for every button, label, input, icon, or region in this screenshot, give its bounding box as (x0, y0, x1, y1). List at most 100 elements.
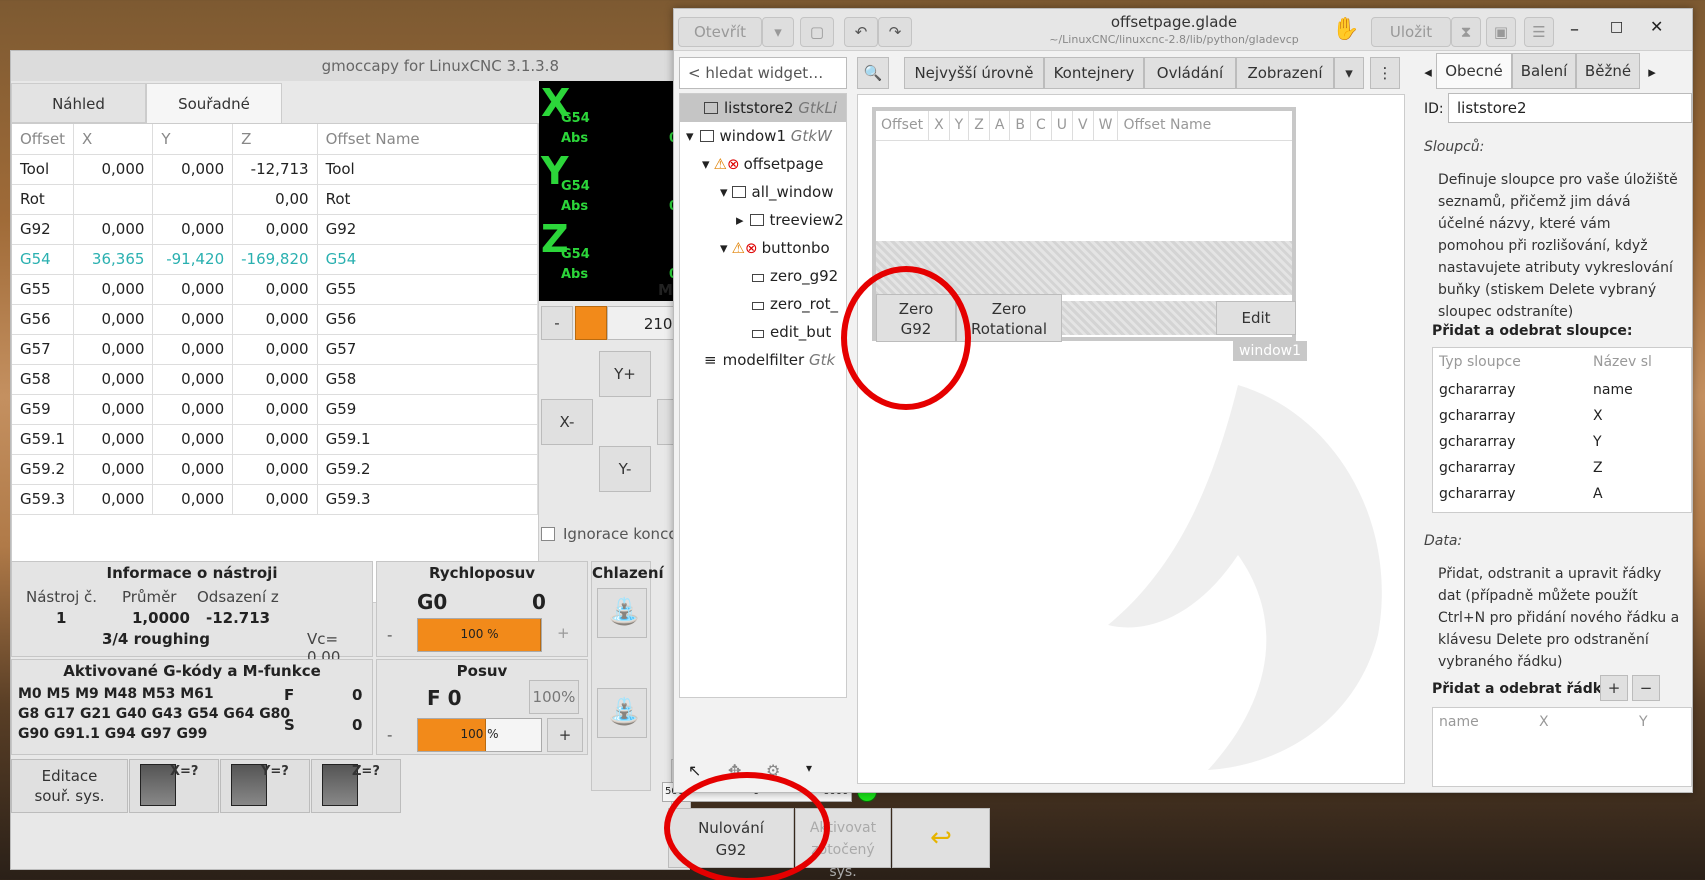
table-row[interactable]: G54 36,365 -91,420 -169,820 G54 (12, 244, 539, 275)
table-cell[interactable]: 0,000 (232, 274, 318, 305)
table-cell[interactable]: -169,820 (232, 244, 318, 275)
palette-search-button[interactable]: 🔍 (857, 57, 889, 89)
save-button[interactable]: Uložit (1371, 17, 1451, 47)
table-cell[interactable]: Rot (12, 184, 75, 215)
table-row[interactable]: G92 0,000 0,000 0,000 G92 (12, 214, 539, 245)
jog-y-plus-button[interactable]: Y+ (599, 351, 651, 397)
redo-button[interactable]: ↷ (878, 17, 912, 47)
tree-item-treeview2[interactable]: ▸ treeview2 (680, 206, 846, 234)
table-cell[interactable]: 0,000 (73, 274, 154, 305)
table-cell[interactable]: 0,000 (232, 334, 318, 365)
table-cell[interactable]: 0,000 (152, 214, 234, 245)
table-cell[interactable]: 0,000 (152, 154, 234, 185)
feed-plus[interactable]: + (547, 718, 583, 752)
table-cell[interactable]: Rot (317, 184, 539, 215)
table-row[interactable]: G56 0,000 0,000 0,000 G56 (12, 304, 539, 335)
table-row[interactable]: G59.3 0,000 0,000 0,000 G59.3 (12, 484, 539, 515)
table-cell[interactable]: 0,000 (152, 394, 234, 425)
columns-table[interactable]: Typ sloupce Název sl gchararray name gcharar… (1432, 347, 1692, 513)
table-row[interactable]: G59.1 0,000 0,000 0,000 G59.1 (12, 424, 539, 455)
table-cell[interactable]: Tool (12, 154, 75, 185)
palette-controls[interactable]: Ovládání (1144, 57, 1236, 89)
table-cell[interactable]: 0,000 (232, 304, 318, 335)
table-cell[interactable]: G59.3 (12, 484, 75, 515)
tree-item-offsetpage[interactable]: ▾ ⚠⊗ offsetpage (680, 150, 846, 178)
widget-search-input[interactable]: < hledat widget… (679, 57, 847, 89)
offset-col-header[interactable]: Y (152, 124, 234, 155)
flood-button[interactable]: ⛲ (597, 588, 647, 638)
spindle-minus-button[interactable]: - (541, 306, 573, 340)
new-file-button[interactable]: ▢ (800, 17, 834, 47)
table-row[interactable]: Tool 0,000 0,000 -12,713 Tool (12, 154, 539, 185)
table-cell[interactable]: G92 (317, 214, 539, 245)
table-cell[interactable]: 0,000 (73, 214, 154, 245)
minimize-icon[interactable]: – (1570, 19, 1579, 40)
tree-item-liststore2[interactable]: liststore2 GtkLi (680, 94, 846, 122)
table-cell[interactable]: 0,000 (232, 454, 318, 485)
set-x-button[interactable]: X=? (129, 759, 219, 813)
add-row-button[interactable]: + (1600, 675, 1628, 701)
set-z-button[interactable]: Z=? (311, 759, 401, 813)
design-canvas[interactable]: Offset X Y Z A B C U V W Offset Name Zero G92 Zero… (857, 94, 1405, 784)
table-row[interactable]: G59.2 0,000 0,000 0,000 G59.2 (12, 454, 539, 485)
table-cell[interactable]: 0,000 (73, 304, 154, 335)
table-cell[interactable]: 0,000 (73, 454, 154, 485)
table-cell[interactable]: 0,000 (73, 364, 154, 395)
tree-item-modelfilter[interactable]: ≡ modelfilter Gtk (680, 346, 846, 374)
rapid-minus[interactable]: - (387, 626, 392, 644)
maximize-icon[interactable]: □ (1610, 19, 1623, 35)
data-table[interactable]: name X Y (1432, 707, 1692, 787)
table-cell[interactable]: G59.1 (317, 424, 539, 455)
offset-col-header[interactable]: X (73, 124, 154, 155)
palette-more[interactable]: ▾ (1334, 57, 1364, 89)
preview-edit-button[interactable]: Edit (1216, 301, 1296, 335)
palette-display[interactable]: Zobrazení (1236, 57, 1334, 89)
table-cell[interactable]: 0,000 (73, 484, 154, 515)
tab-general[interactable]: Obecné (1436, 53, 1512, 89)
table-cell[interactable]: G54 (12, 244, 75, 275)
table-cell[interactable]: 0,000 (152, 274, 234, 305)
hand-icon[interactable]: ✋ (1332, 17, 1359, 42)
table-cell[interactable]: G59.3 (317, 484, 539, 515)
table-cell[interactable]: 0,000 (232, 214, 318, 245)
offset-col-header[interactable]: Offset Name (317, 124, 539, 155)
table-cell[interactable]: Tool (317, 154, 539, 185)
table-cell[interactable]: G92 (12, 214, 75, 245)
feed-minus[interactable]: - (387, 726, 392, 744)
back-button[interactable]: ↩ (892, 808, 990, 868)
table-cell[interactable]: -91,420 (152, 244, 234, 275)
close-icon[interactable]: ✕ (1650, 17, 1663, 36)
table-cell[interactable]: G59 (317, 394, 539, 425)
save-as-button[interactable]: ▣ (1486, 17, 1516, 47)
undo-button[interactable]: ↶ (844, 17, 878, 47)
table-cell[interactable]: G59.2 (12, 454, 75, 485)
open-dropdown-button[interactable]: ▾ (762, 17, 794, 47)
table-cell[interactable]: 0,000 (152, 304, 234, 335)
feed-slider[interactable]: 100 % (417, 718, 542, 752)
rapid-slider[interactable]: 100 % (417, 618, 542, 652)
table-cell[interactable]: 0,000 (152, 334, 234, 365)
open-button[interactable]: Otevřít (678, 17, 762, 47)
table-cell[interactable]: 0,000 (232, 484, 318, 515)
table-cell[interactable]: 0,000 (73, 154, 154, 185)
table-cell[interactable]: G58 (317, 364, 539, 395)
offset-col-header[interactable]: Z (232, 124, 318, 155)
table-row[interactable]: G57 0,000 0,000 0,000 G57 (12, 334, 539, 365)
table-cell[interactable]: G56 (12, 304, 75, 335)
table-cell[interactable]: 0,000 (152, 424, 234, 455)
table-cell[interactable]: G55 (12, 274, 75, 305)
offset-table[interactable]: Offset X Y Z Offset Name Tool 0,000 0,000 -12,7… (11, 123, 539, 603)
spindle-slider-handle[interactable] (575, 306, 607, 340)
tree-item-zero-rot[interactable]: zero_rot_ (680, 290, 846, 318)
table-cell[interactable]: 0,000 (73, 424, 154, 455)
save-dropdown-button[interactable]: ⧗ (1451, 17, 1481, 47)
pointer-tool-icon[interactable]: ↖ (688, 761, 701, 780)
preview-zero-rotational-button[interactable]: Zero Rotational (956, 294, 1062, 342)
table-cell[interactable]: 0,000 (152, 484, 234, 515)
props-tab-left[interactable]: ◂ (1418, 57, 1438, 89)
tree-item-buttonbox[interactable]: ▾ ⚠⊗ buttonbo (680, 234, 846, 262)
table-cell[interactable]: G58 (12, 364, 75, 395)
palette-menu[interactable]: ⋮ (1370, 57, 1400, 89)
jog-y-minus-button[interactable]: Y- (599, 446, 651, 492)
table-cell[interactable]: G57 (12, 334, 75, 365)
